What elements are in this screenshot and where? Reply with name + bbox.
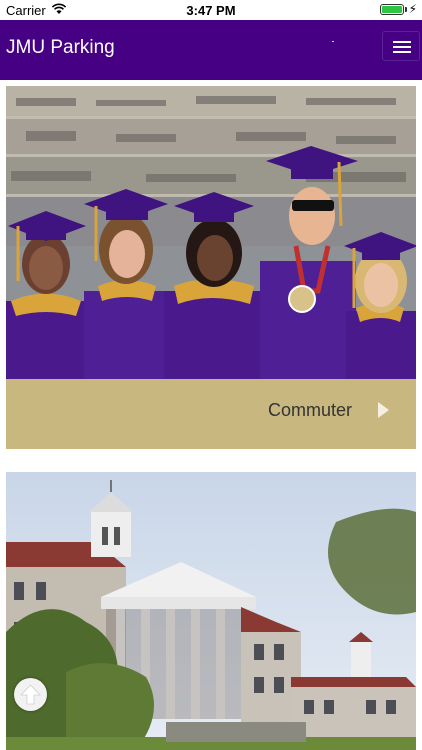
navbar: JMU Parking: [0, 20, 422, 80]
battery-fill: [382, 6, 402, 13]
battery-cap: [405, 7, 407, 12]
graduates-photo: [6, 86, 416, 379]
battery-icon: [380, 4, 404, 15]
status-bar: Carrier 3:47 PM ⚡: [0, 0, 422, 20]
app-title[interactable]: JMU Parking: [6, 37, 115, 59]
card-footer[interactable]: Commuter: [6, 379, 416, 449]
clock: 3:47 PM: [186, 3, 236, 18]
arrow-up-icon: [20, 684, 41, 705]
campus-building-photo: [6, 472, 416, 750]
scroll-top-button[interactable]: [14, 678, 47, 711]
card-commuter[interactable]: Commuter: [6, 86, 416, 449]
charging-bolt-icon: ⚡: [408, 2, 417, 16]
nav-dot: [332, 41, 334, 42]
hamburger-menu-icon[interactable]: [382, 31, 420, 61]
chevron-right-icon: [378, 402, 389, 418]
card-campus[interactable]: [6, 472, 416, 750]
card-label-commuter: Commuter: [267, 400, 352, 420]
